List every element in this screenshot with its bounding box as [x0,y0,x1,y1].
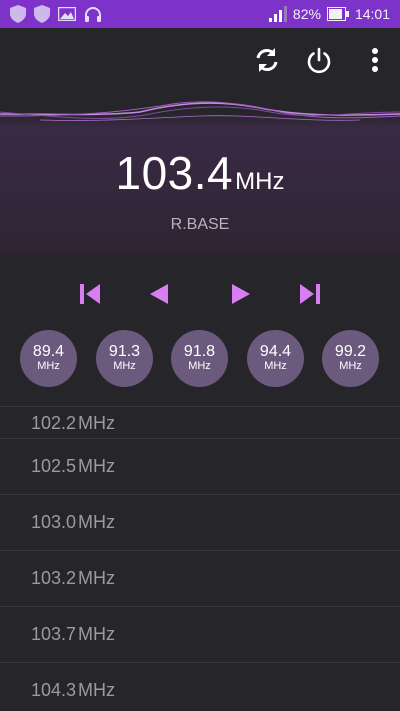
station-frequency: 104.3 [31,680,77,700]
more-vert-icon [372,48,378,72]
station-list-item[interactable]: 103.0 MHz [0,494,400,550]
battery-percent: 82% [292,6,321,22]
station-list-item[interactable]: 102.2 MHz [0,406,400,438]
station-frequency: 102.2 [31,413,77,433]
skip-next-button[interactable] [294,280,326,308]
current-frequency: 103.4MHz [0,146,400,200]
preset-button[interactable]: 89.4 MHz [20,330,77,387]
station-list-item[interactable]: 104.3 MHz [0,662,400,711]
shield-icon [10,5,26,23]
power-button[interactable] [302,43,336,77]
waveform-graphic [0,101,400,121]
more-options-button[interactable] [360,43,390,77]
station-frequency: 102.5 [31,456,77,476]
frequency-value: 103.4 [115,147,234,199]
preset-button[interactable]: 94.4 MHz [247,330,304,387]
playback-controls [0,270,400,320]
preset-frequency: 91.3 [108,343,141,360]
skip-previous-icon [80,284,100,304]
clock: 14:01 [354,6,390,22]
station-list: 102.2 MHz 102.5 MHz 103.0 MHz 103.2 MHz 103.… [0,406,400,711]
preset-unit: MHz [37,360,60,372]
seek-back-icon [150,284,168,304]
preset-frequency: 91.8 [183,343,216,360]
station-frequency: 103.2 [31,568,77,588]
station-unit: MHz [78,512,116,532]
preset-button[interactable]: 91.3 MHz [96,330,153,387]
skip-next-icon [300,284,320,304]
seek-back-button[interactable] [143,280,175,308]
station-list-item[interactable]: 103.7 MHz [0,606,400,662]
station-unit: MHz [78,680,116,700]
preset-unit: MHz [339,360,362,372]
preset-frequency: 99.2 [334,343,367,360]
seek-forward-icon [232,284,250,304]
image-icon [58,7,76,21]
station-unit: MHz [78,413,116,433]
preset-frequency: 94.4 [259,343,292,360]
seek-forward-button[interactable] [225,280,257,308]
signal-icon [268,6,287,22]
station-list-item[interactable]: 103.2 MHz [0,550,400,606]
preset-stations: 89.4 MHz 91.3 MHz 91.8 MHz 94.4 MHz 99.2… [0,330,400,390]
preset-frequency: 89.4 [32,343,65,360]
skip-previous-button[interactable] [74,280,106,308]
power-icon [307,47,331,74]
headphones-icon [85,7,101,22]
station-unit: MHz [78,624,116,644]
preset-unit: MHz [264,360,287,372]
shield-icon [34,5,50,23]
frequency-unit: MHz [235,168,285,195]
station-frequency: 103.0 [31,512,77,532]
station-frequency: 103.7 [31,624,77,644]
refresh-button[interactable] [250,43,284,77]
preset-button[interactable]: 91.8 MHz [171,330,228,387]
preset-button[interactable]: 99.2 MHz [322,330,379,387]
now-playing-panel: 103.4MHz R.BASE [0,28,400,253]
status-bar: 82% 14:01 [0,0,400,28]
refresh-icon [256,48,278,72]
battery-icon [326,7,349,21]
preset-unit: MHz [113,360,136,372]
station-unit: MHz [78,568,116,588]
preset-unit: MHz [188,360,211,372]
station-name: R.BASE [170,216,230,233]
station-list-item[interactable]: 102.5 MHz [0,438,400,494]
station-unit: MHz [78,456,116,476]
